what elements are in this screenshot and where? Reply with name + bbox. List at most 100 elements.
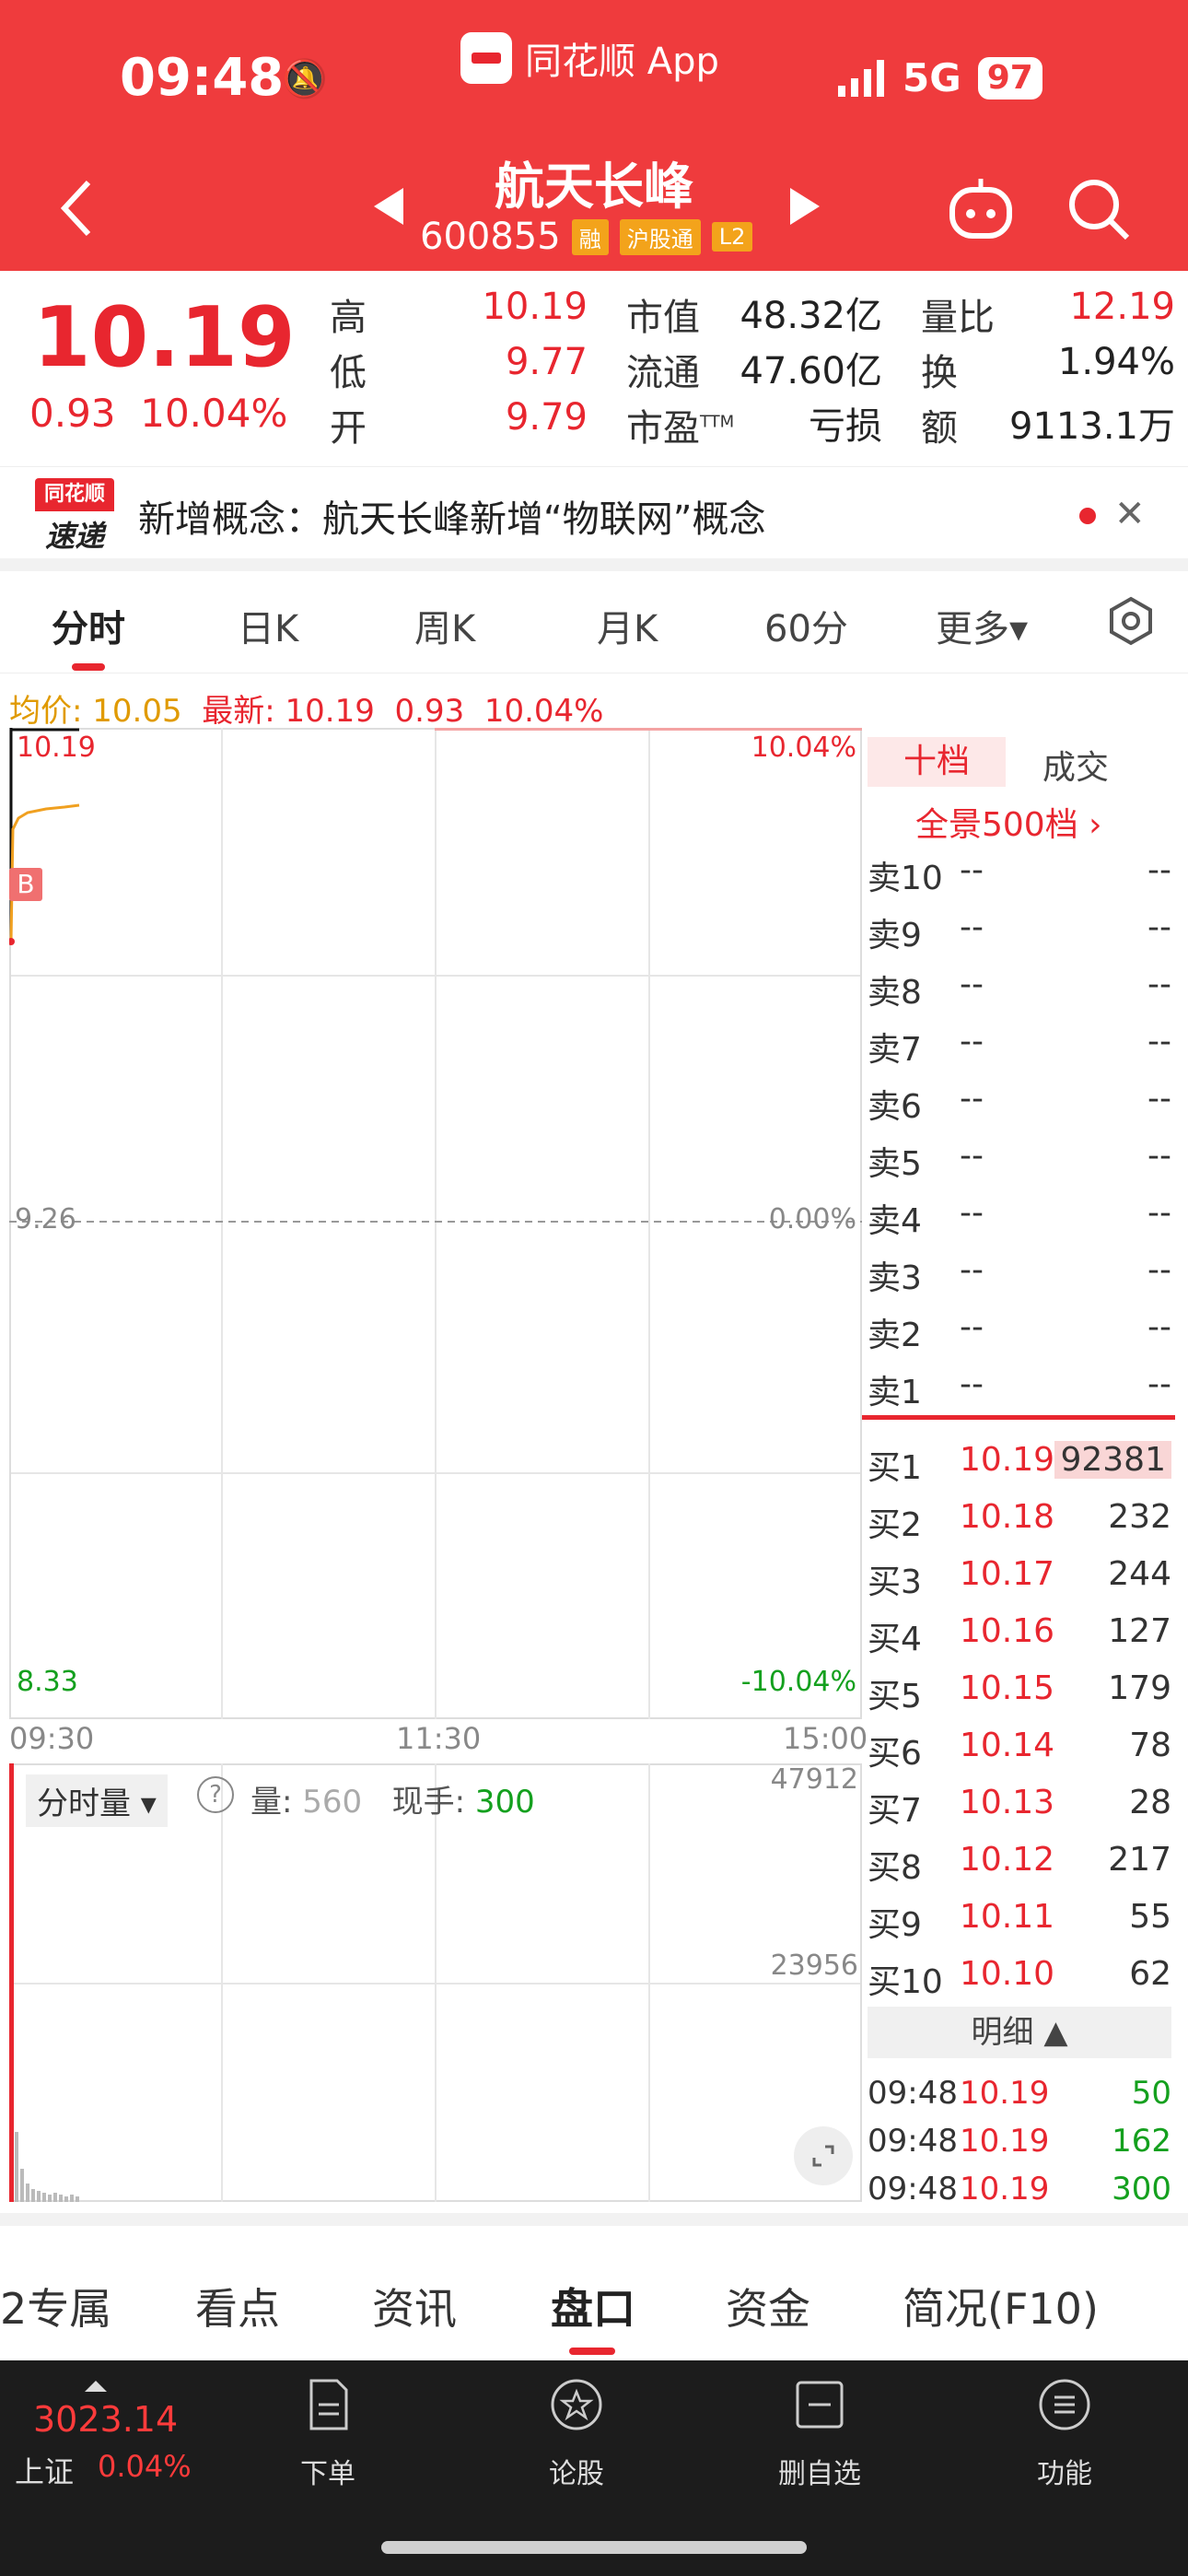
volume-indicator-select[interactable]: 分时量 ▾ — [26, 1774, 168, 1827]
home-indicator[interactable] — [381, 2541, 807, 2554]
last-price-info: 10.19 — [285, 693, 375, 730]
bid-row[interactable]: 买10 10.10 62 — [862, 1948, 1175, 2005]
bid-row[interactable]: 买1 10.19 92381 — [862, 1434, 1175, 1491]
ask-row[interactable]: 卖9 -- -- — [862, 901, 1175, 958]
bid-row[interactable]: 买3 10.17 244 — [862, 1548, 1175, 1605]
ask-price: -- — [960, 1308, 984, 1346]
btab-funds[interactable]: 资金 — [726, 2276, 810, 2336]
bid-price: 10.17 — [960, 1555, 1055, 1593]
bid-row[interactable]: 买2 10.18 232 — [862, 1491, 1175, 1548]
status-time: 09:48 — [120, 48, 285, 108]
ask-row[interactable]: 卖1 -- -- — [862, 1358, 1175, 1415]
grid-line — [648, 728, 650, 1719]
bid-row[interactable]: 买7 10.13 28 — [862, 1776, 1175, 1833]
status-app-indicator[interactable]: 同花顺 App — [460, 31, 719, 85]
stat-open-label: 开 — [330, 407, 367, 450]
dock-functions-label: 功能 — [1037, 2458, 1092, 2490]
bid-volume: 127 — [1108, 1612, 1171, 1650]
close-icon[interactable]: ✕ — [1114, 493, 1146, 535]
y-mid-price: 9.26 — [15, 1203, 76, 1235]
ask-row[interactable]: 卖5 -- -- — [862, 1130, 1175, 1187]
help-icon[interactable]: ? — [197, 1776, 234, 1813]
btab-news[interactable]: 资讯 — [372, 2276, 457, 2336]
trade-price: 10.19 — [960, 2075, 1050, 2112]
bid-price: 10.16 — [960, 1612, 1055, 1650]
tab-daily-k[interactable]: 日K — [238, 599, 298, 652]
ask-row[interactable]: 卖7 -- -- — [862, 1015, 1175, 1072]
bid-label: 买10 — [868, 1963, 943, 2001]
volume-chart[interactable]: 分时量 ▾ ? 量: 560 现手: 300 47912 23956 — [9, 1763, 862, 2202]
tab-weekly-k[interactable]: 周K — [414, 599, 475, 652]
bid-row[interactable]: 买4 10.16 127 — [862, 1605, 1175, 1662]
tab-more[interactable]: 更多▾ — [936, 599, 1028, 652]
intraday-chart[interactable]: B 10.19 10.04% 9.26 0.00% 8.33 -10.04% — [9, 728, 862, 1719]
tab-60min[interactable]: 60分 — [764, 599, 848, 652]
ask-row[interactable]: 卖10 -- -- — [862, 844, 1175, 901]
prev-stock-icon[interactable] — [370, 184, 405, 228]
btab-orderbook[interactable]: 盘口 — [551, 2276, 635, 2336]
settings-icon[interactable] — [1105, 595, 1157, 647]
ask-volume: -- — [1147, 1308, 1171, 1346]
divider — [0, 2213, 1188, 2226]
bid-volume: 78 — [1129, 1727, 1171, 1764]
bid-row[interactable]: 买8 10.12 217 — [862, 1833, 1175, 1891]
bid-price: 10.10 — [960, 1955, 1055, 1993]
ask-row[interactable]: 卖2 -- -- — [862, 1301, 1175, 1358]
robot-icon[interactable] — [947, 177, 1015, 241]
ask-label: 卖10 — [868, 860, 943, 897]
ask-row[interactable]: 卖4 -- -- — [862, 1187, 1175, 1244]
bid-label: 买9 — [868, 1906, 922, 1944]
bid-volume: 179 — [1108, 1669, 1171, 1707]
bid-label: 买6 — [868, 1735, 922, 1773]
ask-row[interactable]: 卖6 -- -- — [862, 1072, 1175, 1130]
bid-price: 10.18 — [960, 1498, 1055, 1536]
btab-exclusive[interactable]: 2专属 — [0, 2276, 111, 2336]
bid-row[interactable]: 买9 10.11 55 — [862, 1891, 1175, 1948]
tab-monthly-k[interactable]: 月K — [597, 599, 658, 652]
btab-highlights[interactable]: 看点 — [195, 2276, 280, 2336]
network-type: 5G — [903, 55, 961, 100]
price-change: 0.93 10.04% — [29, 391, 287, 436]
vol-max: 47912 — [770, 1763, 858, 1796]
panorama-link[interactable]: 全景500档 › — [915, 798, 1102, 846]
tag-margin: 融 — [571, 218, 609, 255]
tab-trades[interactable]: 成交 — [1042, 741, 1109, 789]
ask-row[interactable]: 卖3 -- -- — [862, 1244, 1175, 1301]
ask-label: 卖8 — [868, 974, 922, 1012]
next-stock-icon[interactable] — [788, 184, 823, 228]
btab-f10[interactable]: 简况(F10) — [903, 2276, 1099, 2336]
ask-row[interactable]: 卖8 -- -- — [862, 958, 1175, 1015]
limit-line — [435, 728, 862, 731]
period-tabs: 分时 日K 周K 月K 60分 更多▾ — [0, 571, 1188, 673]
stat-amount: 9113.1万 — [1009, 405, 1175, 448]
hand-label: 现手: — [391, 1784, 466, 1821]
y-mid-pct: 0.00% — [768, 1203, 856, 1235]
news-banner[interactable]: 同花顺 速递 新增概念：航天长峰新增“物联网”概念 ✕ — [0, 466, 1188, 559]
bid-row[interactable]: 买6 10.14 78 — [862, 1719, 1175, 1776]
tab-ten-levels[interactable]: 十档 — [868, 737, 1006, 787]
dock-order[interactable]: 下单 — [254, 2377, 402, 2491]
grid-line — [221, 1763, 223, 2202]
expand-icon[interactable] — [794, 2126, 853, 2185]
search-icon[interactable] — [1066, 177, 1133, 243]
stat-float: 47.60亿 — [740, 350, 882, 392]
grid-line — [435, 1763, 437, 2202]
dock-forum[interactable]: 论股 — [503, 2377, 650, 2491]
y-bot-pct: -10.04% — [740, 1666, 856, 1698]
bid-row[interactable]: 买5 10.15 179 — [862, 1662, 1175, 1719]
news-logo-top: 同花顺 — [35, 478, 114, 511]
news-text[interactable]: 新增概念：航天长峰新增“物联网”概念 — [138, 489, 765, 543]
ask-label: 卖2 — [868, 1317, 922, 1354]
dock-remove-watchlist[interactable]: 删自选 — [746, 2377, 893, 2491]
volume-bar-open — [9, 1763, 14, 2202]
ask-price: -- — [960, 851, 984, 889]
tab-intraday[interactable]: 分时 — [52, 599, 125, 652]
detail-toggle[interactable]: 明细 ▲ — [868, 2007, 1171, 2058]
dock-functions[interactable]: 功能 — [991, 2377, 1138, 2491]
bid-label: 买2 — [868, 1506, 922, 1544]
bid-price: 10.15 — [960, 1669, 1055, 1707]
news-logo: 同花顺 速递 — [35, 478, 114, 554]
buy-marker[interactable]: B — [9, 868, 42, 901]
star-chat-icon — [551, 2379, 602, 2430]
stat-mktcap: 48.32亿 — [740, 295, 882, 337]
